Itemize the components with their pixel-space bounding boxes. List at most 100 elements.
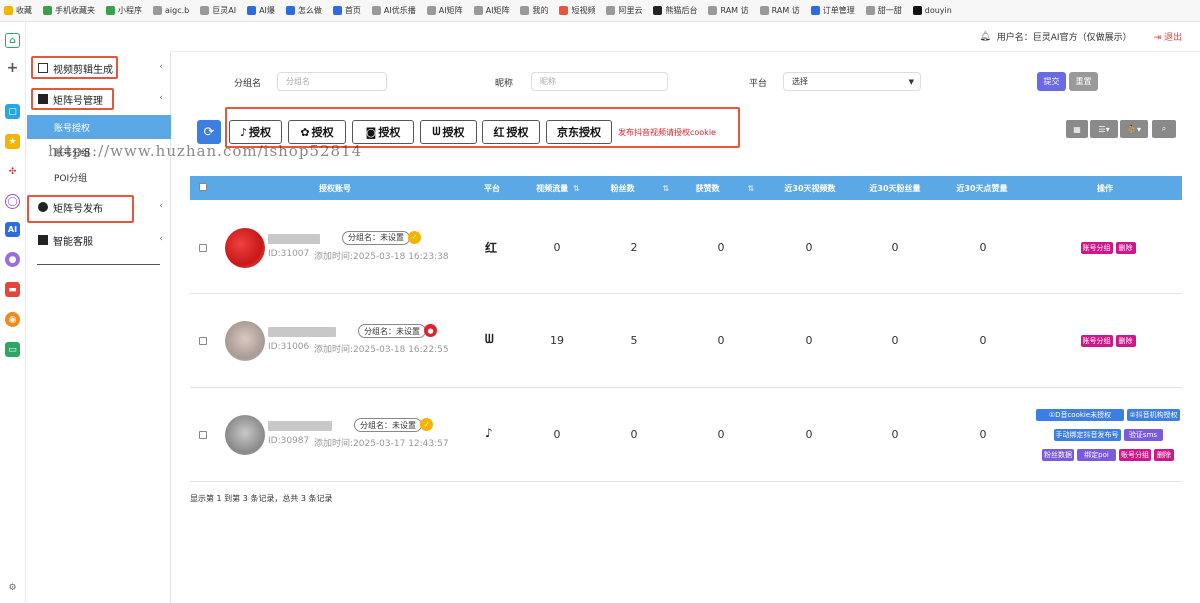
action-badge[interactable]: 绑定poi bbox=[1077, 449, 1116, 461]
table-row[interactable]: 分组名：未设置 ● ID:31006 添加时间:2025-03-18 16:22:55… bbox=[190, 294, 1182, 388]
app-icon-blue[interactable]: ▢ bbox=[5, 104, 20, 119]
bookmark-item[interactable]: aigc.b bbox=[153, 6, 189, 15]
bookmark-item[interactable]: 首页 bbox=[332, 5, 361, 16]
group-pill[interactable]: 分组名：未设置 bbox=[358, 324, 426, 338]
action-badge[interactable]: 验证sms bbox=[1123, 429, 1163, 441]
app-icon-green[interactable]: ▭ bbox=[5, 342, 20, 357]
th-account[interactable]: 授权账号 bbox=[250, 176, 420, 200]
th-likes-30d[interactable]: 近30天点赞量 bbox=[947, 176, 1017, 200]
bookmark-item[interactable]: RAM 访 bbox=[759, 5, 800, 16]
bookmark-item[interactable]: 我的 bbox=[520, 5, 548, 16]
auth-hint: 发布抖音视频请授权cookie bbox=[618, 128, 716, 137]
action-badge[interactable]: 粉丝数据 bbox=[1042, 449, 1074, 461]
table-row[interactable]: 分组名：未设置 ✓ ID:30987 添加时间:2025-03-17 12:43:57… bbox=[190, 388, 1182, 482]
weibo-icon[interactable]: ◉ bbox=[5, 312, 20, 327]
app-icon-red[interactable]: ✣ bbox=[5, 164, 20, 179]
bookmark-item[interactable]: douyin bbox=[912, 6, 952, 15]
bookmark-item[interactable]: AI矩阵 bbox=[426, 5, 463, 16]
refresh-button[interactable]: ⟳ bbox=[197, 120, 221, 144]
add-icon[interactable]: + bbox=[5, 60, 20, 76]
star-icon[interactable]: ★ bbox=[5, 134, 20, 149]
ai-icon[interactable]: AI bbox=[5, 222, 20, 237]
action-badge[interactable]: 删除 bbox=[1154, 449, 1174, 461]
platform-select-value: 选择 bbox=[792, 77, 808, 86]
row-checkbox[interactable] bbox=[199, 243, 207, 252]
settings-icon[interactable]: ⚙ bbox=[5, 580, 20, 595]
bookmark-icon bbox=[247, 6, 257, 15]
group-input[interactable]: 分组名 bbox=[277, 72, 387, 91]
bookmark-icon bbox=[43, 6, 52, 15]
action-badge[interactable]: 手动绑定抖音发布号 bbox=[1053, 429, 1121, 441]
row-checkbox[interactable] bbox=[199, 337, 207, 345]
caret-down-icon: ▼ bbox=[908, 77, 914, 86]
bookmark-item[interactable]: 手机收藏夹 bbox=[43, 5, 95, 16]
auth-button[interactable]: ♪ 授权 bbox=[229, 120, 282, 144]
nickname-input[interactable]: 昵称 bbox=[531, 72, 668, 91]
robot-icon bbox=[38, 235, 48, 245]
sidebar-item-poi-group[interactable]: POI分组 bbox=[27, 165, 171, 189]
platform-select[interactable]: 选择 ▼ bbox=[783, 72, 921, 91]
bookmark-item[interactable]: AI优乐播 bbox=[371, 5, 416, 16]
app-icon-purple[interactable]: ● bbox=[5, 252, 20, 267]
auth-button[interactable]: ᗯ 授权 bbox=[420, 120, 477, 144]
table-view-button[interactable]: ▦ bbox=[1066, 120, 1088, 138]
chevron-left-icon: ‹ bbox=[159, 201, 163, 211]
bookmark-item[interactable]: AI爆 bbox=[247, 5, 275, 16]
auth-button[interactable]: ◙ 授权 bbox=[352, 120, 414, 144]
table-row[interactable]: 分组名：未设置 ✓ ID:31007 添加时间:2025-03-18 16:23:38… bbox=[190, 201, 1182, 294]
sidebar-divider bbox=[37, 264, 160, 265]
bookmark-item[interactable]: 巨灵AI bbox=[200, 5, 236, 16]
action-badge[interactable]: ①D音cookie未授权 bbox=[1036, 409, 1124, 421]
action-badge[interactable]: 账号分组 bbox=[1080, 241, 1113, 254]
th-platform[interactable]: 平台 bbox=[462, 176, 522, 200]
auth-button-label: 授权 bbox=[249, 126, 272, 139]
bookmark-item[interactable]: 订单管理 bbox=[810, 5, 855, 16]
columns-button[interactable]: ☰▾ bbox=[1090, 120, 1118, 138]
auth-button-label: 授权 bbox=[442, 126, 465, 139]
added-time: 添加时间:2025-03-18 16:23:38 bbox=[314, 251, 449, 262]
action-badge[interactable]: 删除 bbox=[1115, 335, 1136, 347]
bookmark-item[interactable]: 小程序 bbox=[106, 5, 142, 16]
select-all-checkbox[interactable] bbox=[199, 183, 207, 191]
logout-button[interactable]: ⇥ 退出 bbox=[1154, 30, 1182, 43]
th-fans-30d[interactable]: 近30天粉丝量 bbox=[860, 176, 930, 200]
export-button[interactable]: ⛹▾ bbox=[1120, 120, 1148, 138]
home-icon[interactable]: ⌂ bbox=[5, 33, 20, 48]
action-badge[interactable]: ②抖音机构授权 bbox=[1127, 409, 1180, 421]
bookmark-item[interactable]: 甜一甜 bbox=[865, 5, 902, 16]
table-header: 授权账号 平台 视频流量 ⇅ 粉丝数 ⇅ 获赞数 ⇅ 近30天视频数 近30天粉丝量 … bbox=[190, 176, 1182, 200]
th-fans[interactable]: 粉丝数 ⇅ bbox=[610, 176, 670, 200]
th-actions: 操作 bbox=[1097, 183, 1113, 193]
avatar bbox=[225, 415, 265, 455]
gamepad-icon[interactable]: ▬ bbox=[5, 282, 20, 297]
bookmark-item[interactable]: 阿里云 bbox=[606, 5, 642, 16]
bookmark-item[interactable]: 熊猫后台 bbox=[653, 5, 697, 16]
auth-button[interactable]: 红授权 bbox=[482, 120, 540, 144]
action-badge[interactable]: 删除 bbox=[1115, 241, 1136, 254]
bookmark-item[interactable]: 短视频 bbox=[559, 5, 595, 16]
group-pill[interactable]: 分组名：未设置 bbox=[342, 230, 410, 245]
action-badge[interactable]: 账号分组 bbox=[1119, 449, 1151, 461]
bookmark-label: 巨灵AI bbox=[212, 6, 237, 15]
group-pill[interactable]: 分组名：未设置 bbox=[354, 418, 422, 432]
reset-button[interactable]: 重置 bbox=[1069, 72, 1098, 91]
th-video-traffic[interactable]: 视频流量 ⇅ bbox=[528, 176, 588, 200]
auth-button[interactable]: ✿ 授权 bbox=[288, 120, 346, 144]
bookmark-icon bbox=[106, 6, 115, 15]
submit-button[interactable]: 提交 bbox=[1037, 72, 1066, 91]
app-icon-ring[interactable]: ◯ bbox=[5, 194, 20, 209]
bell-icon[interactable]: 🔔︎ bbox=[979, 32, 990, 42]
th-likes[interactable]: 获赞数 ⇅ bbox=[695, 176, 755, 200]
bookmark-item[interactable]: 收藏 bbox=[4, 5, 32, 16]
sidebar-item-smart-service[interactable]: 智能客服 ‹ bbox=[27, 228, 171, 252]
search-button[interactable]: ⌕ bbox=[1152, 120, 1176, 138]
auth-button[interactable]: 京东授权 bbox=[546, 120, 612, 144]
row-checkbox[interactable] bbox=[199, 431, 207, 439]
sidebar-item-account-auth[interactable]: 账号授权 bbox=[27, 115, 171, 139]
bookmark-item[interactable]: RAM 访 bbox=[708, 5, 749, 16]
th-video-30d[interactable]: 近30天视频数 bbox=[775, 176, 845, 200]
search-icon: ⌕ bbox=[1161, 124, 1167, 133]
bookmark-item[interactable]: AI矩阵 bbox=[473, 5, 509, 16]
action-badge[interactable]: 账号分组 bbox=[1080, 335, 1113, 347]
bookmark-item[interactable]: 怎么做 bbox=[285, 5, 322, 16]
